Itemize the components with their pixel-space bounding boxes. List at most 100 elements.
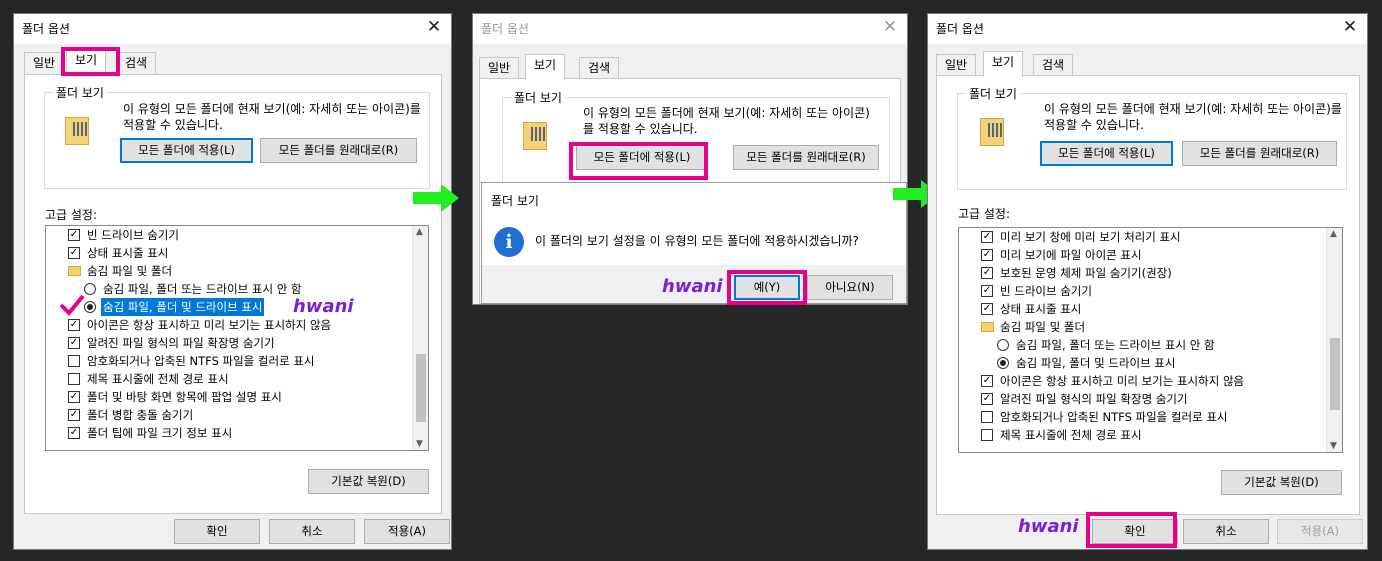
checkbox[interactable]: ✓	[68, 427, 80, 439]
close-icon[interactable]: ✕	[879, 17, 901, 37]
cancel-button[interactable]: 취소	[269, 519, 355, 544]
list-item-label: 빈 드라이브 숨기기	[87, 228, 179, 242]
list-item-label: 숨김 파일 및 폴더	[1000, 320, 1086, 334]
restore-defaults-button[interactable]: 기본값 복원(D)	[1221, 470, 1342, 495]
advanced-settings-list[interactable]: ✓ 미리 보기 창에 미리 보기 처리기 표시 ✓ 미리 보기에 파일 아이콘 표시 ✓…	[958, 227, 1343, 453]
list-item-label: 제목 표시줄에 전체 경로 표시	[87, 372, 229, 386]
scrollbar[interactable]: ▲ ▼	[412, 226, 428, 450]
scroll-up-icon[interactable]: ▲	[1330, 229, 1337, 239]
restore-defaults-button[interactable]: 기본값 복원(D)	[308, 469, 429, 494]
checkbox[interactable]: ✓	[981, 267, 993, 279]
folder-view-icon	[523, 122, 547, 150]
scrollbar[interactable]: ▲ ▼	[1326, 228, 1342, 452]
cancel-button[interactable]: 취소	[1183, 519, 1269, 544]
checkbox[interactable]: ✓	[981, 249, 993, 261]
list-item-label: 아이콘은 항상 표시하고 미리 보기는 표시하지 않음	[87, 318, 332, 332]
scroll-thumb[interactable]	[416, 354, 426, 422]
checkbox[interactable]: ✓	[68, 409, 80, 421]
checkbox[interactable]: ✓	[981, 375, 993, 387]
list-item-label: 숨김 파일, 폴더 및 드라이브 표시	[1016, 356, 1176, 370]
message-body: 폴더 보기 i 이 폴더의 보기 설정을 이 유형의 모든 폴더에 적용하시겠습…	[482, 183, 906, 265]
highlight-yes-button	[727, 270, 807, 305]
tab-search[interactable]: 검색	[579, 57, 620, 80]
checkbox[interactable]: ✓	[68, 247, 80, 259]
advanced-settings-label: 고급 설정:	[958, 207, 1011, 221]
message-text: 이 폴더의 보기 설정을 이 유형의 모든 폴더에 적용하시겠습니까?	[535, 234, 859, 248]
checkbox[interactable]	[981, 411, 993, 423]
ok-button[interactable]: 확인	[174, 519, 260, 544]
checkbox[interactable]: ✓	[981, 303, 993, 315]
checkbox[interactable]: ✓	[981, 231, 993, 243]
group-description: 이 유형의 모든 폴더에 현재 보기(예: 자세히 또는 아이콘)를 적용할 수…	[123, 102, 421, 132]
list-item-label: 숨김 파일, 폴더 또는 드라이브 표시 안 함	[1016, 338, 1215, 352]
scroll-up-icon[interactable]: ▲	[416, 227, 423, 237]
tab-search[interactable]: 검색	[116, 52, 157, 75]
watermark: hwani	[1018, 516, 1079, 537]
apply-to-folders-button[interactable]: 모든 폴더에 적용(L)	[120, 138, 253, 163]
group-description: 이 유형의 모든 폴더에 현재 보기(예: 자세히 또는 아이콘)를 적용할 수…	[583, 106, 870, 136]
close-icon[interactable]: ✕	[1339, 17, 1361, 37]
checkbox[interactable]: ✓	[981, 285, 993, 297]
checkbox[interactable]: ✓	[68, 319, 80, 331]
checkmark-icon	[59, 294, 85, 316]
group-label: 폴더 보기	[53, 84, 107, 101]
reset-folders-button[interactable]: 모든 폴더를 원래대로(R)	[1182, 141, 1337, 166]
tab-view[interactable]: 보기	[525, 54, 566, 80]
tab-view[interactable]: 보기	[983, 51, 1024, 77]
close-icon[interactable]: ✕	[423, 17, 445, 37]
radio-button[interactable]	[84, 301, 96, 313]
dialog-title: 폴더 옵션	[936, 22, 984, 36]
arrow-right-icon	[413, 184, 459, 212]
scroll-down-icon[interactable]: ▼	[1330, 441, 1337, 451]
watermark: hwani	[293, 296, 354, 317]
reset-folders-button[interactable]: 모든 폴더를 원래대로(R)	[733, 145, 879, 170]
folder-view-icon	[65, 117, 89, 145]
tab-general[interactable]: 일반	[479, 57, 520, 80]
confirm-message-box: 폴더 보기 i 이 폴더의 보기 설정을 이 유형의 모든 폴더에 적용하시겠습…	[481, 182, 907, 305]
checkbox[interactable]	[981, 429, 993, 441]
list-item-label: 숨김 파일, 폴더 또는 드라이브 표시 안 함	[103, 282, 302, 296]
list-item-label: 암호화되거나 압축된 NTFS 파일을 컬러로 표시	[87, 354, 315, 368]
checkbox[interactable]	[68, 373, 80, 385]
reset-folders-button[interactable]: 모든 폴더를 원래대로(R)	[260, 138, 417, 163]
checkbox[interactable]: ✓	[68, 391, 80, 403]
list-item-label: 알려진 파일 형식의 파일 확장명 숨기기	[1000, 392, 1188, 406]
folder-view-group: 폴더 보기 이 유형의 모든 폴더에 현재 보기(예: 자세히 또는 아이콘)를…	[44, 84, 430, 189]
highlight-view-tab	[61, 47, 120, 76]
scroll-thumb[interactable]	[1330, 338, 1340, 410]
radio-button[interactable]	[84, 283, 96, 295]
apply-button[interactable]: 적용(A)	[364, 519, 450, 544]
list-item-label: 미리 보기에 파일 아이콘 표시	[1000, 248, 1142, 262]
list-item-label: 숨김 파일 및 폴더	[87, 264, 173, 278]
apply-to-folders-button[interactable]: 모든 폴더에 적용(L)	[1040, 141, 1173, 166]
checkbox[interactable]	[68, 355, 80, 367]
tab-general[interactable]: 일반	[936, 54, 977, 77]
title-bar: 폴더 옵션 ✕	[14, 14, 451, 44]
advanced-settings-list[interactable]: ✓ 빈 드라이브 숨기기 ✓ 상태 표시줄 표시 숨김 파일 및 폴더 숨김 파일, 폴더…	[45, 225, 429, 451]
radio-button[interactable]	[997, 339, 1009, 351]
list-item-label: 알려진 파일 형식의 파일 확장명 숨기기	[87, 336, 275, 350]
tab-general[interactable]: 일반	[24, 52, 65, 75]
group-description: 이 유형의 모든 폴더에 현재 보기(예: 자세히 또는 아이콘)를 적용할 수…	[1044, 102, 1342, 132]
tab-search[interactable]: 검색	[1033, 54, 1074, 77]
list-item-label: 제목 표시줄에 전체 경로 표시	[1000, 428, 1142, 442]
folder-icon	[981, 322, 994, 332]
folder-view-group: 폴더 보기 이 유형의 모든 폴더에 현재 보기(예: 자세히 또는 아이콘)를…	[957, 85, 1347, 190]
list-item-label: 아이콘은 항상 표시하고 미리 보기는 표시하지 않음	[1000, 374, 1245, 388]
info-icon: i	[494, 227, 524, 257]
advanced-settings-label: 고급 설정:	[45, 208, 98, 222]
list-item-label: 암호화되거나 압축된 NTFS 파일을 컬러로 표시	[1000, 410, 1228, 424]
title-bar: 폴더 옵션 ✕	[473, 14, 907, 44]
group-label: 폴더 보기	[511, 89, 565, 106]
list-item-label: 빈 드라이브 숨기기	[1000, 284, 1092, 298]
radio-button[interactable]	[997, 357, 1009, 369]
checkbox[interactable]: ✓	[68, 337, 80, 349]
no-button[interactable]: 아니요(N)	[807, 275, 893, 300]
list-item-label: 미리 보기 창에 미리 보기 처리기 표시	[1000, 230, 1181, 244]
checkbox[interactable]: ✓	[981, 393, 993, 405]
checkbox[interactable]: ✓	[68, 229, 80, 241]
scroll-down-icon[interactable]: ▼	[416, 439, 423, 449]
list-item-label: 보호된 운영 체제 파일 숨기기(권장)	[1000, 266, 1172, 280]
folder-view-icon	[980, 118, 1004, 146]
folder-options-dialog-1: 폴더 옵션 ✕ 일반 보기 검색 폴더 보기 이 유형의 모든 폴더에 현재 보…	[13, 13, 452, 550]
